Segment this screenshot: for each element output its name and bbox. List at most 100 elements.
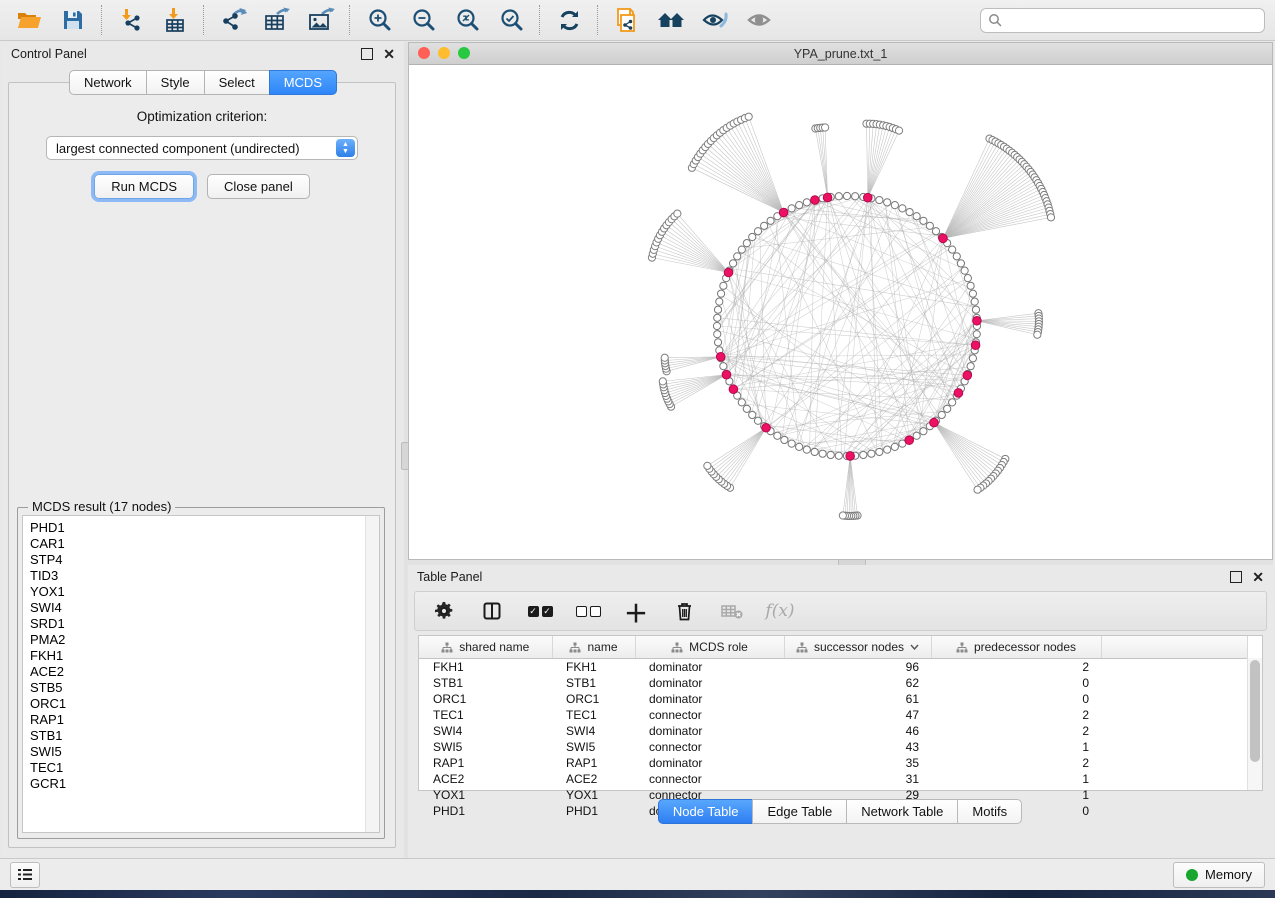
graph-node-mcds[interactable] xyxy=(846,452,855,461)
table-row[interactable]: SWI5SWI5connector431 xyxy=(419,739,1248,755)
graph-node-mcds[interactable] xyxy=(724,268,733,277)
graph-node[interactable] xyxy=(745,113,752,120)
zoom-in-button[interactable] xyxy=(360,3,398,37)
import-table-button[interactable] xyxy=(156,3,194,37)
mcds-result-item[interactable]: YOX1 xyxy=(30,584,379,600)
network-titlebar[interactable]: YPA_prune.txt_1 xyxy=(409,43,1272,65)
graph-node[interactable] xyxy=(754,417,761,424)
graph-node[interactable] xyxy=(961,267,968,274)
table-row[interactable]: ACE2ACE2connector311 xyxy=(419,771,1248,787)
graph-node[interactable] xyxy=(743,405,750,412)
search-field-wrap[interactable] xyxy=(980,8,1265,33)
graph-node-mcds[interactable] xyxy=(779,208,788,217)
zoom-out-button[interactable] xyxy=(404,3,442,37)
graph-node-mcds[interactable] xyxy=(863,193,872,202)
graph-node[interactable] xyxy=(835,452,842,459)
graph-node-mcds[interactable] xyxy=(729,385,738,394)
graph-node[interactable] xyxy=(926,222,933,229)
graph-node-mcds[interactable] xyxy=(722,370,731,379)
table-row[interactable]: STB1STB1dominator620 xyxy=(419,675,1248,691)
graph-node-mcds[interactable] xyxy=(971,341,980,350)
table-row[interactable]: RAP1RAP1dominator352 xyxy=(419,755,1248,771)
graph-node[interactable] xyxy=(891,202,898,209)
close-table-panel-icon[interactable]: ✕ xyxy=(1252,572,1264,582)
graph-node[interactable] xyxy=(796,202,803,209)
graph-node[interactable] xyxy=(974,486,981,493)
graph-node[interactable] xyxy=(749,411,756,418)
tab-select[interactable]: Select xyxy=(204,70,270,95)
graph-node[interactable] xyxy=(716,298,723,305)
show-all-button[interactable] xyxy=(740,3,778,37)
graph-node-mcds[interactable] xyxy=(930,418,939,427)
import-network-button[interactable] xyxy=(112,3,150,37)
export-image-button[interactable] xyxy=(302,3,340,37)
tab-network[interactable]: Network xyxy=(69,70,147,95)
hide-selected-button[interactable] xyxy=(696,3,734,37)
tab-style[interactable]: Style xyxy=(146,70,205,95)
graph-node[interactable] xyxy=(920,428,927,435)
graph-node[interactable] xyxy=(884,446,891,453)
network-canvas[interactable] xyxy=(409,64,1272,559)
graph-node-mcds[interactable] xyxy=(954,389,963,398)
delete-table-button[interactable] xyxy=(719,598,745,624)
mcds-result-item[interactable]: ACE2 xyxy=(30,664,379,680)
graph-node[interactable] xyxy=(884,199,891,206)
graph-node-mcds[interactable] xyxy=(939,234,948,243)
graph-node[interactable] xyxy=(788,440,795,447)
graph-node[interactable] xyxy=(969,290,976,297)
graph-node[interactable] xyxy=(822,124,829,131)
mcds-result-item[interactable]: CAR1 xyxy=(30,536,379,552)
graph-node[interactable] xyxy=(774,432,781,439)
table-row[interactable]: FKH1FKH1dominator962 xyxy=(419,659,1248,676)
graph-node[interactable] xyxy=(938,411,945,418)
graph-node[interactable] xyxy=(788,205,795,212)
column-header[interactable]: successor nodes xyxy=(784,636,931,659)
mcds-result-item[interactable]: SWI4 xyxy=(30,600,379,616)
zoom-selected-button[interactable] xyxy=(492,3,530,37)
column-header[interactable]: name xyxy=(552,636,635,659)
table-row[interactable]: ORC1ORC1dominator610 xyxy=(419,691,1248,707)
tab-mcds[interactable]: MCDS xyxy=(269,70,337,95)
graph-node[interactable] xyxy=(743,240,750,247)
tab-network-table[interactable]: Network Table xyxy=(846,799,958,824)
mcds-result-list[interactable]: PHD1CAR1STP4TID3YOX1SWI4SRD1PMA2FKH1ACE2… xyxy=(22,515,380,833)
mcds-result-item[interactable]: RAP1 xyxy=(30,712,379,728)
delete-column-button[interactable] xyxy=(671,598,697,624)
deselect-all-button[interactable] xyxy=(575,598,601,624)
graph-node[interactable] xyxy=(969,355,976,362)
graph-node[interactable] xyxy=(964,275,971,282)
tab-edge-table[interactable]: Edge Table xyxy=(752,799,847,824)
graph-node[interactable] xyxy=(714,339,721,346)
graph-node[interactable] xyxy=(913,432,920,439)
tab-motifs[interactable]: Motifs xyxy=(957,799,1022,824)
graph-node[interactable] xyxy=(738,246,745,253)
graph-node[interactable] xyxy=(659,378,666,385)
select-all-button[interactable]: ✓✓ xyxy=(527,598,553,624)
close-window-icon[interactable] xyxy=(418,47,430,59)
graph-node[interactable] xyxy=(717,290,724,297)
export-table-button[interactable] xyxy=(258,3,296,37)
graph-node[interactable] xyxy=(891,443,898,450)
close-panel-button[interactable]: Close panel xyxy=(207,174,310,199)
graph-node[interactable] xyxy=(953,253,960,260)
zoom-fit-button[interactable] xyxy=(448,3,486,37)
float-panel-icon[interactable] xyxy=(361,48,373,60)
graph-node[interactable] xyxy=(1034,331,1041,338)
graph-node-mcds[interactable] xyxy=(963,371,972,380)
table-scrollbar[interactable] xyxy=(1247,658,1262,790)
graph-node[interactable] xyxy=(957,260,964,267)
maximize-window-icon[interactable] xyxy=(458,47,470,59)
graph-node[interactable] xyxy=(835,193,842,200)
graph-node[interactable] xyxy=(944,405,951,412)
graph-node[interactable] xyxy=(949,246,956,253)
graph-node[interactable] xyxy=(971,298,978,305)
graph-node[interactable] xyxy=(767,217,774,224)
table-row[interactable]: SWI4SWI4dominator462 xyxy=(419,723,1248,739)
graph-node-mcds[interactable] xyxy=(823,193,832,202)
mcds-result-item[interactable]: TID3 xyxy=(30,568,379,584)
graph-node[interactable] xyxy=(906,208,913,215)
mcds-result-item[interactable]: PHD1 xyxy=(30,520,379,536)
refresh-view-button[interactable] xyxy=(550,3,588,37)
graph-node[interactable] xyxy=(761,222,768,229)
graph-node[interactable] xyxy=(972,306,979,313)
